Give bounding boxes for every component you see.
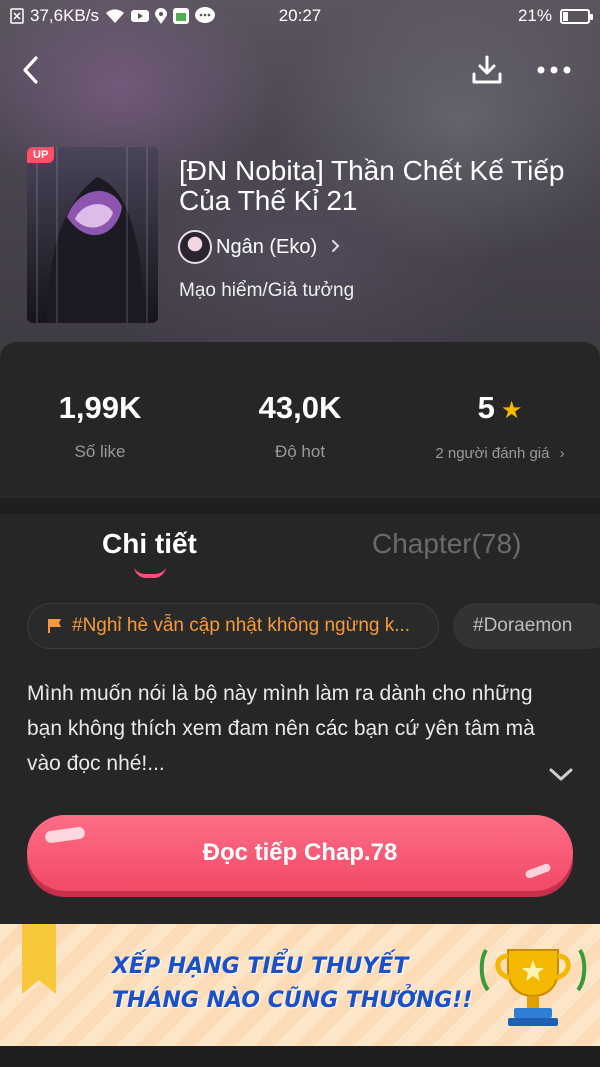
tab-details[interactable]: Chi tiết bbox=[102, 522, 197, 566]
book-title: [ĐN Nobita] Thần Chết Kế Tiếp Của Thế Kỉ… bbox=[179, 155, 565, 216]
bottom-strip bbox=[0, 1046, 600, 1067]
tag-doraemon[interactable]: #Doraemon bbox=[453, 603, 600, 649]
continue-reading-button[interactable]: Đọc tiếp Chap.78 bbox=[27, 815, 573, 891]
button-gloss bbox=[524, 862, 552, 880]
likes-label: Số like bbox=[74, 442, 126, 461]
button-gloss bbox=[44, 826, 86, 844]
status-bar: 37,6KB/s 20:27 21% bbox=[0, 0, 600, 32]
rating-stat[interactable]: 5 ★ 2 người đánh giá › bbox=[400, 388, 600, 462]
tag-event-label: #Nghỉ hè vẫn cập nhật không ngừng k... bbox=[72, 615, 411, 636]
sim-icon bbox=[10, 8, 24, 24]
expand-description-button[interactable] bbox=[545, 762, 577, 788]
section-divider bbox=[0, 498, 600, 514]
chevron-right-icon bbox=[331, 236, 340, 259]
tag-row: #Nghỉ hè vẫn cập nhật không ngừng k... #… bbox=[27, 603, 600, 649]
continue-reading-label: Đọc tiếp Chap.78 bbox=[202, 839, 398, 866]
download-icon bbox=[472, 55, 502, 84]
stats-row: 1,99K Số like 43,0K Độ hot 5 ★ 2 người đá… bbox=[0, 388, 600, 488]
youtube-icon bbox=[131, 9, 149, 23]
flag-icon bbox=[48, 619, 61, 633]
hot-label: Độ hot bbox=[274, 442, 326, 461]
tab-bar: Chi tiết Chapter(78) bbox=[0, 522, 600, 582]
net-speed: 37,6KB/s bbox=[30, 6, 99, 25]
book-genre: Mạo hiểm/Giả tưởng bbox=[179, 280, 355, 301]
chat-bubble-icon bbox=[195, 7, 215, 25]
battery-icon bbox=[560, 8, 593, 24]
author-avatar bbox=[178, 230, 212, 264]
more-dots-icon bbox=[537, 66, 571, 74]
back-arrow-icon bbox=[23, 56, 38, 84]
banner-line-2: THÁNG NÀO CŨNG THƯỞNG!! bbox=[112, 988, 473, 1013]
more-options-button[interactable] bbox=[530, 48, 578, 92]
top-navigation bbox=[0, 48, 600, 92]
star-icon: ★ bbox=[500, 397, 523, 424]
back-button[interactable] bbox=[10, 48, 50, 92]
book-description: Mình muốn nói là bộ này mình làm ra dành… bbox=[27, 682, 535, 775]
battery-percent: 21% bbox=[517, 6, 552, 25]
hot-stat: 43,0K Độ hot bbox=[200, 388, 400, 462]
chevron-down-icon bbox=[549, 768, 573, 781]
likes-value: 1,99K bbox=[58, 390, 142, 425]
hot-value: 43,0K bbox=[258, 390, 342, 425]
update-badge: UP bbox=[27, 147, 55, 163]
tag-event[interactable]: #Nghỉ hè vẫn cập nhật không ngừng k... bbox=[27, 603, 439, 649]
bookmark-ribbon-icon bbox=[22, 924, 56, 994]
trophy-icon bbox=[479, 948, 587, 1026]
rating-count-link[interactable]: 2 người đánh giá › bbox=[400, 445, 600, 462]
location-icon bbox=[155, 8, 167, 24]
likes-stat: 1,99K Số like bbox=[0, 388, 200, 462]
download-button[interactable] bbox=[466, 48, 508, 92]
chevron-right-icon: › bbox=[559, 445, 565, 462]
book-cover-image[interactable]: UP bbox=[27, 147, 158, 323]
author-link[interactable]: Ngân (Eko) bbox=[178, 229, 340, 265]
rating-value: 5 bbox=[477, 390, 495, 425]
banner-text: XẾP HẠNG TIỂU THUYẾT THÁNG NÀO CŨNG THƯỞ… bbox=[112, 950, 472, 1018]
author-name: Ngân (Eko) bbox=[216, 235, 318, 258]
tab-chapters[interactable]: Chapter(78) bbox=[372, 522, 521, 566]
wifi-icon bbox=[105, 8, 125, 24]
rating-count-label: 2 người đánh giá bbox=[435, 445, 550, 462]
cover-artwork bbox=[27, 147, 158, 323]
tag-doraemon-label: #Doraemon bbox=[473, 615, 573, 636]
banner-line-1: XẾP HẠNG TIỂU THUYẾT bbox=[112, 954, 409, 979]
app-notification-icon bbox=[173, 8, 189, 24]
